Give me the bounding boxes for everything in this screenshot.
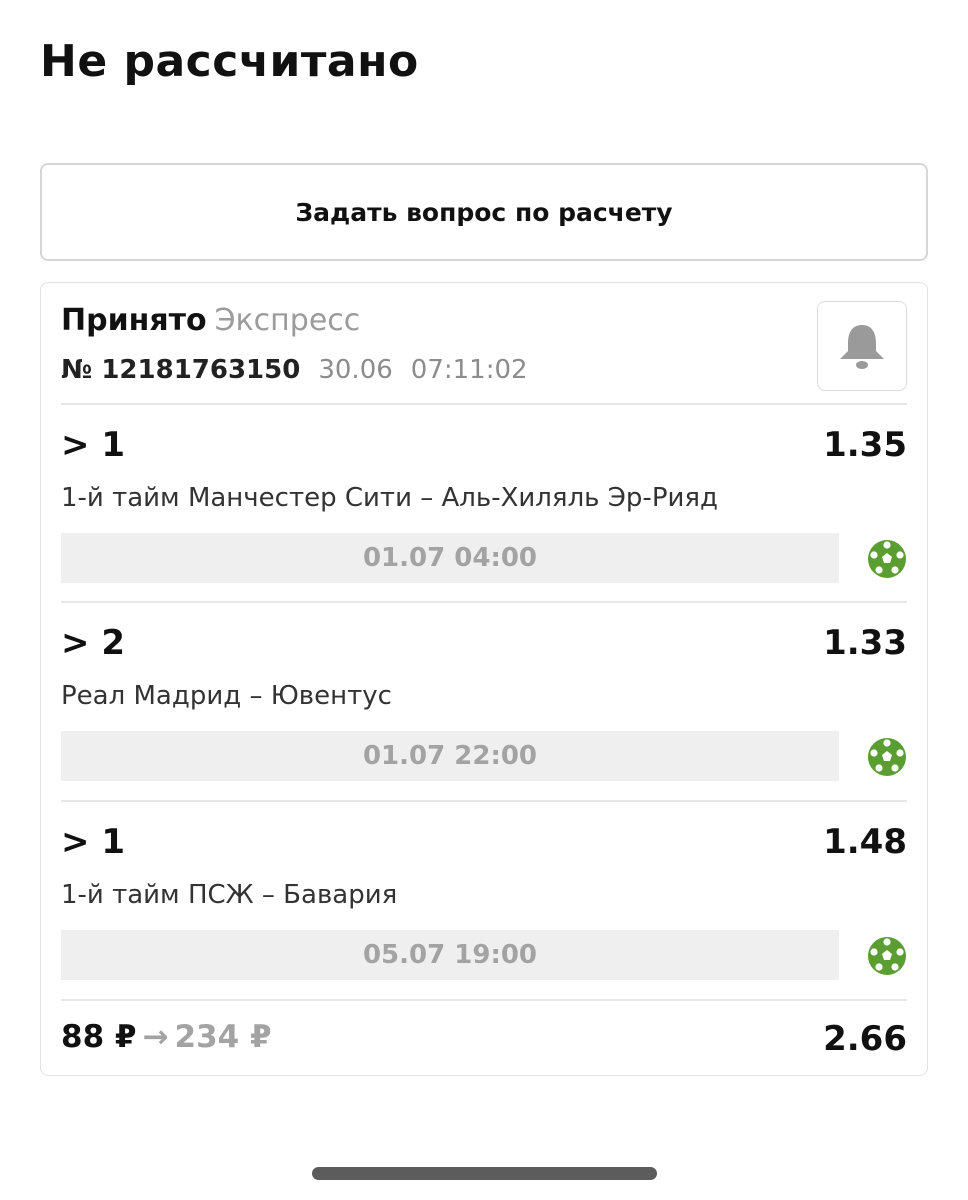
event-row[interactable]: > 2 1.33 Реал Мадрид – Ювентус 01.07 22:… xyxy=(61,603,907,783)
event-outcome: > 1 xyxy=(61,425,125,465)
event-odds: 1.33 xyxy=(823,623,907,663)
event-match-name: 1-й тайм Манчестер Сити – Аль-Хиляль Эр-… xyxy=(61,483,719,513)
stake-amount: 88 ₽ xyxy=(61,1019,137,1055)
event-row[interactable]: > 1 1.35 1-й тайм Манчестер Сити – Аль-Х… xyxy=(61,405,907,585)
bet-meta-line: № 12181763150 30.06 07:11:02 xyxy=(61,353,907,387)
bell-icon xyxy=(840,325,884,369)
soccer-ball-icon xyxy=(868,937,906,975)
ask-settlement-question-button[interactable]: Задать вопрос по расчету xyxy=(40,163,928,261)
home-indicator[interactable] xyxy=(312,1167,657,1180)
bet-summary: 88 ₽ → 234 ₽ 2.66 xyxy=(61,1019,907,1059)
bet-status: Принято xyxy=(61,303,207,338)
total-odds: 2.66 xyxy=(823,1019,907,1059)
event-row[interactable]: > 1 1.48 1-й тайм ПСЖ – Бавария 05.07 19… xyxy=(61,802,907,982)
event-outcome: > 1 xyxy=(61,822,125,862)
bet-details-screen: Не рассчитано Задать вопрос по расчету П… xyxy=(0,0,968,1200)
potential-payout: 234 ₽ xyxy=(174,1019,272,1055)
event-odds: 1.48 xyxy=(823,822,907,862)
bet-card-header: Принято Экспресс № 12181763150 30.06 07:11:… xyxy=(61,301,907,405)
bet-number: № 12181763150 xyxy=(61,355,301,385)
divider xyxy=(61,999,907,1001)
bet-type: Экспресс xyxy=(214,303,361,338)
event-outcome: > 2 xyxy=(61,623,125,663)
event-datetime: 01.07 04:00 xyxy=(61,533,839,583)
soccer-ball-icon xyxy=(868,540,906,578)
bet-card: Принято Экспресс № 12181763150 30.06 07:11:… xyxy=(40,282,928,1076)
event-match-name: 1-й тайм ПСЖ – Бавария xyxy=(61,880,398,910)
arrow-right-icon: → xyxy=(142,1019,169,1055)
bet-time: 07:11:02 xyxy=(410,355,528,385)
bet-status-line: Принято Экспресс xyxy=(61,301,907,341)
notifications-bell-button[interactable] xyxy=(817,301,907,391)
bet-date: 30.06 xyxy=(318,355,393,385)
stake-to-payout: 88 ₽ → 234 ₽ xyxy=(61,1019,272,1055)
event-datetime: 01.07 22:00 xyxy=(61,731,839,781)
event-odds: 1.35 xyxy=(823,425,907,465)
page-title: Не рассчитано xyxy=(40,36,419,87)
soccer-ball-icon xyxy=(868,738,906,776)
event-datetime: 05.07 19:00 xyxy=(61,930,839,980)
event-match-name: Реал Мадрид – Ювентус xyxy=(61,681,392,711)
